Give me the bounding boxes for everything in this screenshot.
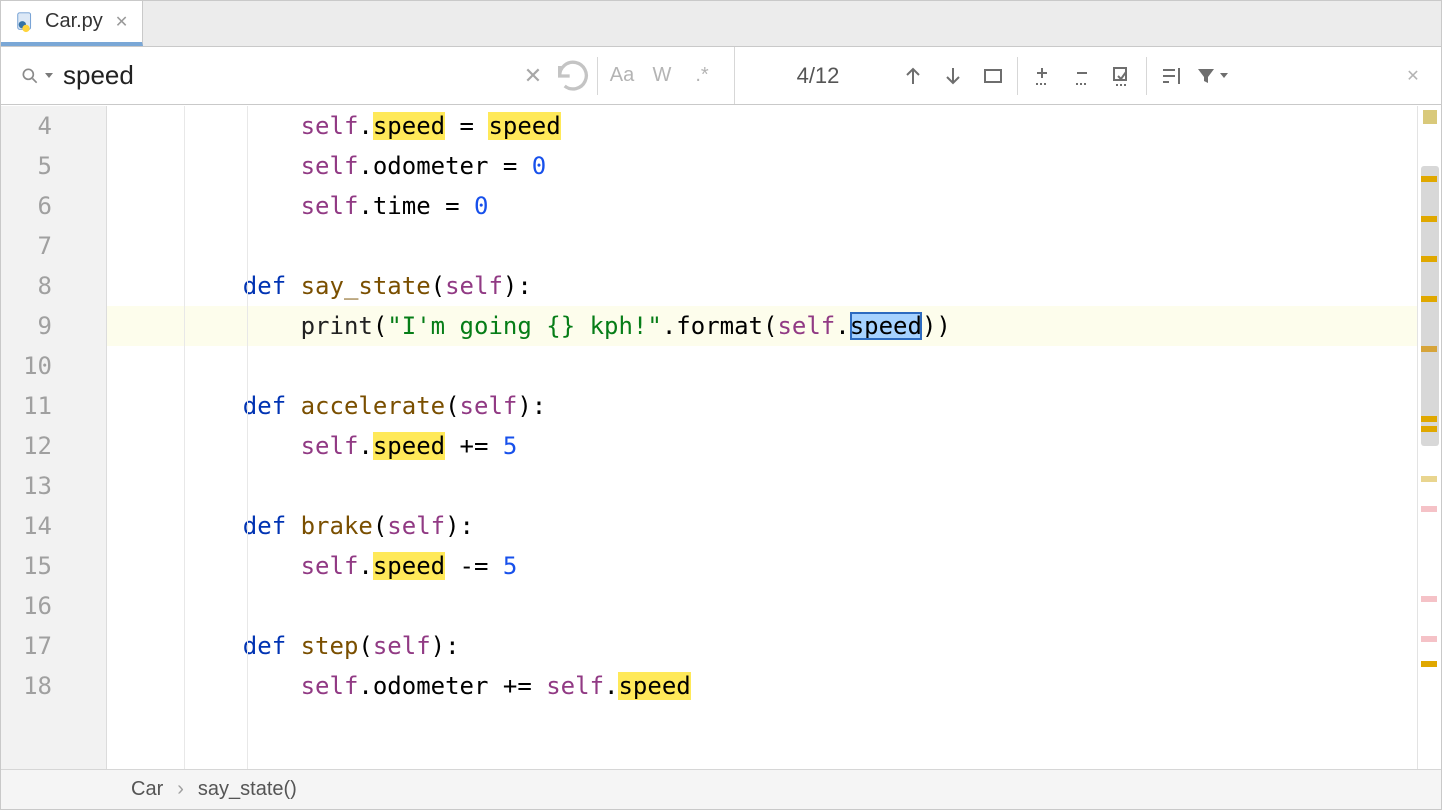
stripe-marker[interactable]: [1421, 416, 1437, 422]
stripe-marker[interactable]: [1421, 506, 1437, 512]
stripe-marker[interactable]: [1421, 346, 1437, 352]
line-number: 10: [1, 346, 52, 386]
stripe-marker[interactable]: [1421, 216, 1437, 222]
code-line[interactable]: [107, 346, 1417, 386]
code-line-current[interactable]: print("I'm going {} kph!".format(self.sp…: [107, 306, 1417, 346]
stripe-marker[interactable]: [1421, 596, 1437, 602]
search-match: speed: [618, 672, 690, 700]
line-number: 16: [1, 586, 52, 626]
close-tab-icon[interactable]: ✕: [115, 12, 128, 32]
code-line[interactable]: self.speed = speed: [107, 106, 1417, 146]
stripe-marker[interactable]: [1421, 256, 1437, 262]
line-number: 13: [1, 466, 52, 506]
find-left: ✕ Aa W .*: [1, 47, 735, 104]
code-line[interactable]: def accelerate(self):: [107, 386, 1417, 426]
line-number: 9: [1, 306, 52, 346]
line-number: 4: [1, 106, 52, 146]
indent-guide: [247, 106, 248, 769]
python-file-icon: [15, 11, 37, 33]
filter-icon[interactable]: [1191, 56, 1231, 96]
next-match-icon[interactable]: [933, 56, 973, 96]
search-match: speed: [373, 112, 445, 140]
marker-stripe[interactable]: [1417, 106, 1441, 769]
scrollbar-thumb[interactable]: [1421, 166, 1439, 446]
close-find-bar-icon[interactable]: ✕: [1393, 56, 1433, 96]
code-line[interactable]: self.odometer = 0: [107, 146, 1417, 186]
separator: [1017, 57, 1018, 95]
clear-search-icon[interactable]: ✕: [513, 56, 553, 96]
tab-strip: Car.py ✕: [1, 1, 1441, 47]
line-number: 12: [1, 426, 52, 466]
search-icon[interactable]: [17, 63, 43, 89]
match-count: 4/12: [743, 63, 893, 89]
select-all-icon[interactable]: [1102, 56, 1142, 96]
breadcrumb: Car › say_state(): [1, 769, 1441, 809]
line-number: 6: [1, 186, 52, 226]
select-all-occurrences-icon[interactable]: [973, 56, 1013, 96]
add-selection-icon[interactable]: [1022, 56, 1062, 96]
code-area[interactable]: self.speed = speed self.odometer = 0 sel…: [107, 106, 1417, 769]
analysis-status-icon[interactable]: [1423, 110, 1437, 124]
search-match: speed: [373, 432, 445, 460]
code-line[interactable]: def say_state(self):: [107, 266, 1417, 306]
line-number: 8: [1, 266, 52, 306]
line-number: 17: [1, 626, 52, 666]
code-line[interactable]: [107, 586, 1417, 626]
gutter: 4 5 6 7 8 9 10 11 12 13 14 15 16 17 18: [1, 106, 107, 769]
search-history-redo-icon[interactable]: [553, 56, 593, 96]
separator: [1146, 57, 1147, 95]
code-line[interactable]: self.time = 0: [107, 186, 1417, 226]
line-number: 14: [1, 506, 52, 546]
prev-match-icon[interactable]: [893, 56, 933, 96]
remove-selection-icon[interactable]: [1062, 56, 1102, 96]
code-line[interactable]: [107, 226, 1417, 266]
file-tab[interactable]: Car.py ✕: [1, 1, 143, 46]
code-line[interactable]: self.speed += 5: [107, 426, 1417, 466]
find-bar: ✕ Aa W .* 4/12: [1, 47, 1441, 105]
find-in-selection-icon[interactable]: [1151, 56, 1191, 96]
code-line[interactable]: self.speed -= 5: [107, 546, 1417, 586]
whole-words-toggle[interactable]: W: [642, 56, 682, 96]
tab-filename: Car.py: [45, 10, 103, 33]
editor: 4 5 6 7 8 9 10 11 12 13 14 15 16 17 18 s…: [1, 106, 1441, 769]
separator: [597, 57, 598, 95]
search-match: speed: [373, 552, 445, 580]
stripe-marker[interactable]: [1421, 661, 1437, 667]
breadcrumb-method[interactable]: say_state(): [198, 778, 297, 801]
regex-toggle[interactable]: .*: [682, 56, 722, 96]
code-line[interactable]: def brake(self):: [107, 506, 1417, 546]
line-number: 5: [1, 146, 52, 186]
stripe-marker[interactable]: [1421, 476, 1437, 482]
line-number: 7: [1, 226, 52, 266]
breadcrumb-class[interactable]: Car: [131, 778, 163, 801]
line-number: 15: [1, 546, 52, 586]
search-history-dropdown-icon[interactable]: [45, 73, 53, 78]
indent-guide: [184, 106, 185, 769]
line-number: 11: [1, 386, 52, 426]
stripe-marker[interactable]: [1421, 636, 1437, 642]
search-match-current: speed: [850, 312, 922, 340]
stripe-marker[interactable]: [1421, 426, 1437, 432]
code-line[interactable]: self.odometer += self.speed: [107, 666, 1417, 706]
stripe-marker[interactable]: [1421, 176, 1437, 182]
chevron-right-icon: ›: [177, 778, 184, 801]
line-number: 18: [1, 666, 52, 706]
code-line[interactable]: [107, 466, 1417, 506]
search-input[interactable]: [63, 47, 513, 104]
code-line[interactable]: def step(self):: [107, 626, 1417, 666]
match-case-toggle[interactable]: Aa: [602, 56, 642, 96]
search-match: speed: [488, 112, 560, 140]
find-right: 4/12 ✕: [735, 47, 1441, 104]
stripe-marker[interactable]: [1421, 296, 1437, 302]
